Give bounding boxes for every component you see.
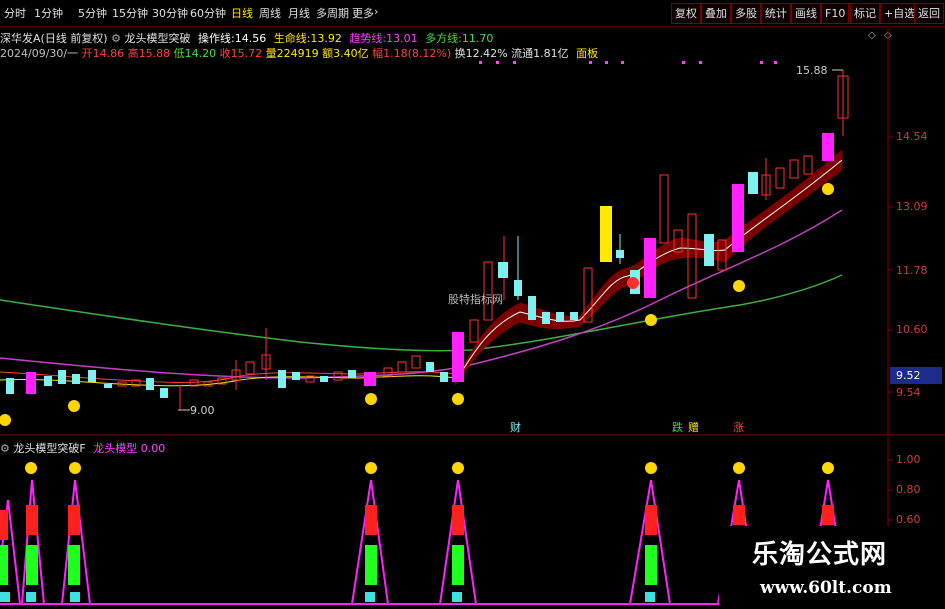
high-mark-label: 15.88	[796, 64, 828, 77]
price-tick-2: 13.09	[896, 200, 928, 213]
indicator-tick-1: 1.00	[896, 453, 921, 466]
indicator-series-value: 0.00	[140, 442, 166, 455]
price-tick-1: 14.54	[896, 130, 928, 143]
marker-die: 跌	[672, 421, 683, 434]
site-watermark-title: 乐淘公式网	[752, 540, 888, 570]
life-line	[0, 375, 456, 387]
marker-cai: 财	[510, 421, 521, 434]
gear-icon[interactable]: ⚙	[0, 442, 10, 455]
indicator-series-name: 龙头模型	[93, 442, 138, 455]
indicator-tick-3: 0.60	[896, 513, 921, 526]
bull-line	[0, 274, 843, 352]
low-mark-label: 9.00	[190, 404, 215, 417]
price-tick-4: 10.60	[896, 323, 928, 336]
plus-circle-icon	[627, 277, 639, 289]
site-watermark-url: www.60lt.com	[760, 578, 892, 598]
candles	[6, 70, 849, 410]
price-tick-5: 9.54	[896, 386, 921, 399]
marker-zeng: 赠	[688, 421, 699, 434]
indicator-panel-name[interactable]: 龙头模型突破F	[13, 442, 85, 455]
indicator-panel-title: ⚙ 龙头模型突破F 龙头模型 0.00	[0, 440, 165, 456]
trend-line	[0, 209, 843, 379]
price-tick-3: 11.78	[896, 264, 928, 277]
chart-watermark: 股特指标网	[448, 293, 503, 306]
marker-zhang: 涨	[733, 421, 744, 434]
smiley-icon	[0, 183, 834, 426]
current-price-tag: 9.52	[890, 367, 942, 384]
indicator-tick-2: 0.80	[896, 483, 921, 496]
